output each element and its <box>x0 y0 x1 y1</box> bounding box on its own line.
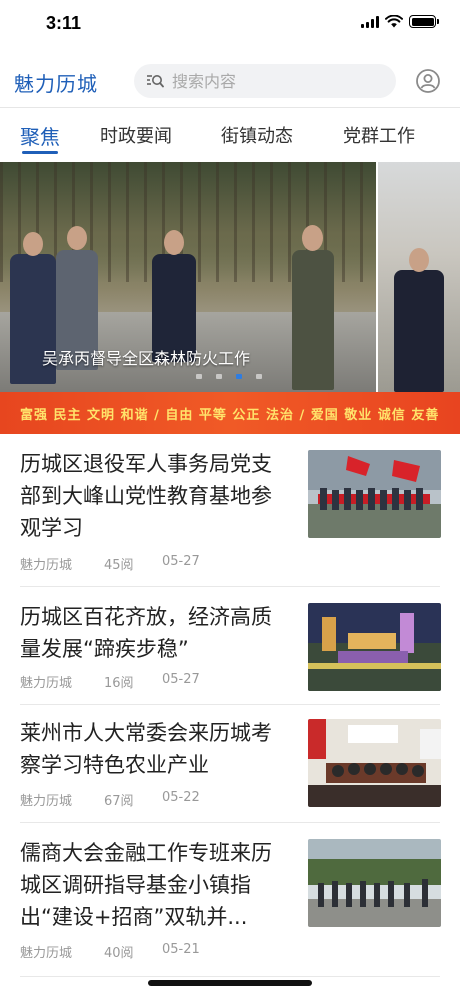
news-meta: 魅力历城 16阅 05-27 <box>20 672 200 691</box>
news-meta: 魅力历城 67阅 05-22 <box>20 790 200 809</box>
news-reads: 40阅 <box>104 946 134 961</box>
news-thumbnail[interactable] <box>308 603 441 691</box>
tab-street-updates[interactable]: 街镇动态 <box>221 122 293 148</box>
news-date: 05-27 <box>162 554 200 569</box>
news-thumbnail[interactable] <box>308 450 441 538</box>
search-bar[interactable] <box>134 64 396 98</box>
news-reads: 45阅 <box>104 558 134 573</box>
news-title[interactable]: 历城区退役军人事务局党支部到大峰山党性教育基地参观学习 <box>20 448 290 544</box>
category-tabs: 聚焦 时政要闻 街镇动态 党群工作 <box>0 110 460 160</box>
carousel-next-slide[interactable] <box>378 162 460 392</box>
status-bar: 3:11 <box>0 0 460 50</box>
news-date: 05-22 <box>162 790 200 805</box>
signal-icon <box>361 15 379 28</box>
news-source: 魅力历城 <box>20 676 73 691</box>
news-title[interactable]: 历城区百花齐放，经济高质量发展“蹄疾步稳” <box>20 601 290 665</box>
status-icons <box>361 15 439 28</box>
tab-politics-news[interactable]: 时政要闻 <box>100 122 172 148</box>
carousel-dot[interactable] <box>256 374 262 379</box>
battery-icon <box>409 15 439 28</box>
active-tab-indicator <box>22 151 58 154</box>
search-icon <box>147 75 164 88</box>
status-time: 3:11 <box>46 13 82 33</box>
news-source: 魅力历城 <box>20 558 73 573</box>
divider <box>20 976 440 977</box>
carousel-dot-active[interactable] <box>236 374 242 379</box>
news-date: 05-21 <box>162 942 200 957</box>
divider <box>20 586 440 587</box>
app-header: 魅力历城 <box>0 56 460 108</box>
news-thumbnail[interactable] <box>308 719 441 807</box>
wifi-icon <box>385 15 403 28</box>
news-reads: 16阅 <box>104 676 134 691</box>
carousel-caption: 吴承丙督导全区森林防火工作 <box>42 349 251 368</box>
news-meta: 魅力历城 45阅 05-27 <box>20 554 200 573</box>
news-source: 魅力历城 <box>20 794 73 809</box>
user-profile-icon[interactable] <box>416 69 440 93</box>
app-logo: 魅力历城 <box>14 72 98 96</box>
divider <box>20 704 440 705</box>
carousel-slide-image[interactable]: 吴承丙督导全区森林防火工作 <box>0 162 376 392</box>
news-reads: 67阅 <box>104 794 134 809</box>
news-title[interactable]: 莱州市人大常委会来历城考察学习特色农业产业 <box>20 717 290 781</box>
carousel-dot[interactable] <box>196 374 202 379</box>
news-date: 05-27 <box>162 672 200 687</box>
news-thumbnail[interactable] <box>308 839 441 927</box>
news-title[interactable]: 儒商大会金融工作专班来历城区调研指导基金小镇指出“建设+招商”双轨并... <box>20 837 290 933</box>
core-values-text: 富强 民主 文明 和谐 / 自由 平等 公正 法治 / 爱国 敬业 诚信 友善 <box>20 408 440 423</box>
news-meta: 魅力历城 40阅 05-21 <box>20 942 200 961</box>
carousel-pagination <box>196 374 262 379</box>
carousel-dot[interactable] <box>216 374 222 379</box>
hero-carousel[interactable]: 吴承丙督导全区森林防火工作 <box>0 162 460 392</box>
news-source: 魅力历城 <box>20 946 73 961</box>
home-indicator[interactable] <box>148 980 312 986</box>
tab-party-work[interactable]: 党群工作 <box>343 122 415 148</box>
search-input[interactable] <box>172 71 372 91</box>
tab-focus[interactable]: 聚焦 <box>20 121 60 150</box>
divider <box>20 822 440 823</box>
core-values-banner[interactable]: 富强 民主 文明 和谐 / 自由 平等 公正 法治 / 爱国 敬业 诚信 友善 <box>0 392 460 434</box>
